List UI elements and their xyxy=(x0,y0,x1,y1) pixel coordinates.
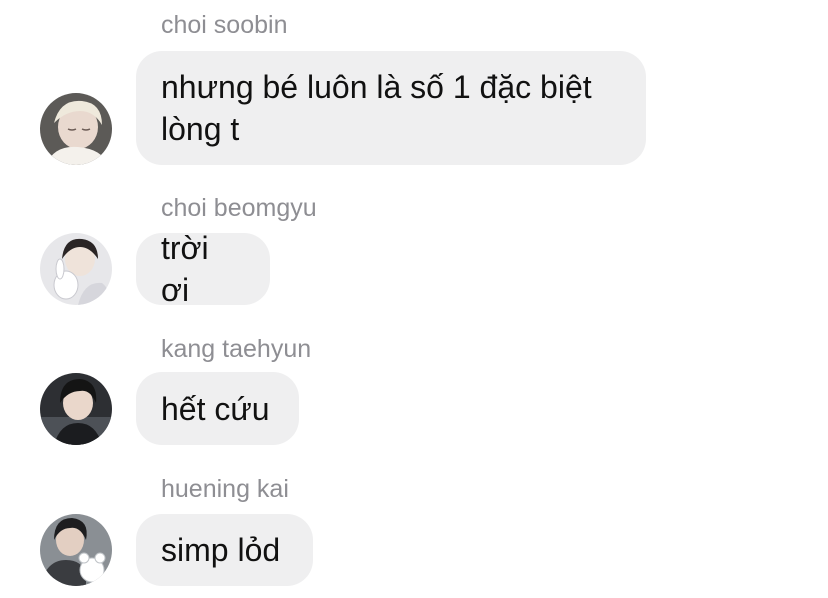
message-bubble[interactable]: trời ơi xyxy=(136,230,270,308)
sender-name: huening kai xyxy=(161,475,289,503)
message-text: trời ơi xyxy=(161,230,209,308)
message-text: hết cứu xyxy=(161,390,270,427)
sender-name: choi beomgyu xyxy=(161,194,317,222)
message-text: nhưng bé luôn là số 1 đặc biệt lòng t xyxy=(161,69,592,147)
avatar[interactable] xyxy=(40,233,112,305)
message-group: kang taehyun hết cứu xyxy=(0,334,828,454)
message-bubble[interactable]: simp lỏd xyxy=(136,514,313,586)
message-thread: choi soobin nhưng bé luôn là số 1 đặc bi… xyxy=(0,0,828,598)
sender-name: choi soobin xyxy=(161,11,288,39)
message-group: choi beomgyu trời ơi xyxy=(0,193,828,313)
message-bubble[interactable]: nhưng bé luôn là số 1 đặc biệt lòng t xyxy=(136,51,646,165)
avatar[interactable] xyxy=(40,373,112,445)
avatar[interactable] xyxy=(40,514,112,586)
avatar-person-with-plush-icon xyxy=(40,233,112,305)
avatar-dark-hair-person-icon xyxy=(40,373,112,445)
avatar-light-hair-person-icon xyxy=(40,93,112,165)
message-text: simp lỏd xyxy=(161,532,281,568)
message-group: huening kai simp lỏd xyxy=(0,474,828,598)
sender-name: kang taehyun xyxy=(161,335,312,363)
message-group: choi soobin nhưng bé luôn là số 1 đặc bi… xyxy=(0,10,828,170)
message-bubble[interactable]: hết cứu xyxy=(136,372,299,445)
avatar[interactable] xyxy=(40,93,112,165)
avatar-person-with-toy-icon xyxy=(40,514,112,586)
